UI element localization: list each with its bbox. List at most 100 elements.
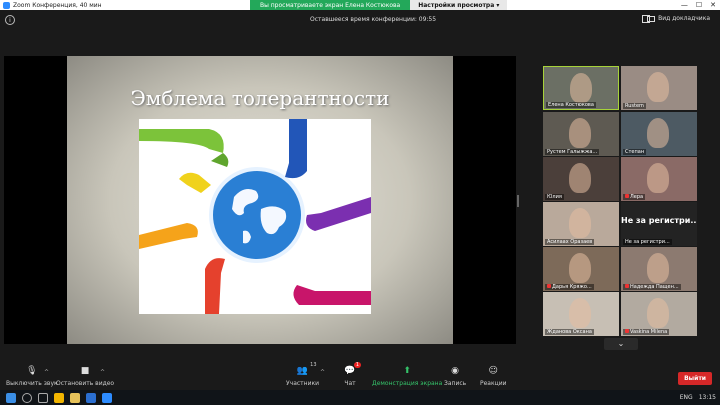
- reactions-label: Реакции: [480, 380, 507, 387]
- mute-label: Выключить звук: [6, 380, 58, 387]
- view-mode-button[interactable]: Вид докладчика: [647, 15, 710, 22]
- participant-video: [570, 73, 592, 103]
- participant-tile[interactable]: Жданова Оксана: [543, 292, 619, 336]
- folder-icon[interactable]: [70, 392, 80, 403]
- participant-name-label: Не за регистри...: [623, 239, 672, 245]
- participants-count: 13: [310, 362, 317, 368]
- share-banner: Вы просматриваете экран Елена Костюкова …: [250, 0, 508, 10]
- zoom-taskbar-icon[interactable]: [102, 392, 112, 403]
- participant-name-label: Рустем Галыжжа...: [545, 149, 600, 155]
- participant-name-label: Rustem: [623, 103, 646, 109]
- maximize-button[interactable]: ☐: [696, 1, 702, 9]
- participant-name: Не за регистри...: [625, 239, 670, 245]
- mute-button[interactable]: 🎙 Выключить звук: [6, 365, 58, 387]
- record-button[interactable]: ◉ Запись: [444, 365, 466, 387]
- record-icon: ◉: [451, 366, 460, 376]
- participant-tile[interactable]: Не за регистри... Не за регистри...: [621, 202, 697, 246]
- participant-tile[interactable]: Лера: [621, 157, 697, 201]
- panel-resize-handle[interactable]: [517, 195, 519, 207]
- camera-icon: ■: [80, 366, 90, 376]
- participant-name-label: Степан: [623, 149, 647, 155]
- slide-title: Эмблема толерантности: [130, 86, 390, 110]
- participant-name-label: Лера: [623, 194, 646, 200]
- participant-name: Рустем Галыжжа...: [547, 149, 598, 155]
- participants-label: Участники: [286, 380, 320, 387]
- task-view-icon[interactable]: [38, 392, 48, 403]
- participant-tile[interactable]: Рустем Галыжжа...: [543, 112, 619, 156]
- participant-video: [569, 118, 591, 148]
- audio-options-caret[interactable]: ^: [44, 369, 49, 376]
- mail-icon[interactable]: [86, 392, 96, 403]
- participant-video: [647, 163, 669, 193]
- participant-video: [569, 163, 591, 193]
- participant-name-label: Надежда Пащен...: [623, 284, 681, 290]
- meeting-toolbar: 🎙 Выключить звук ^ ■ Остановить видео ^ …: [0, 362, 720, 390]
- view-options-button[interactable]: Настройки просмотра ▾: [410, 0, 508, 10]
- participant-tile[interactable]: Елена Костюкова: [543, 66, 619, 110]
- chat-button[interactable]: 💬 1 Чат: [344, 362, 361, 387]
- participant-tile[interactable]: Степан: [621, 112, 697, 156]
- participant-name: Надежда Пащен...: [630, 284, 679, 290]
- share-screen-label: Демонстрация экрана: [372, 380, 443, 387]
- speaker-view-icon: [647, 15, 656, 22]
- participant-tile[interactable]: Дарья Кряжо...: [543, 247, 619, 291]
- participant-name-label: Жданова Оксана: [545, 329, 594, 335]
- meeting-timer: Оставшееся время конференции: 09:55: [310, 16, 437, 23]
- participant-name: Дарья Кряжо...: [552, 284, 592, 290]
- view-mode-label: Вид докладчика: [658, 15, 710, 22]
- participant-tile[interactable]: Асилаах Оразаев: [543, 202, 619, 246]
- participant-video: [569, 208, 591, 238]
- participant-video: [647, 72, 669, 102]
- video-options-caret[interactable]: ^: [100, 369, 105, 376]
- info-icon[interactable]: i: [5, 15, 15, 25]
- chat-badge: 1: [353, 362, 361, 368]
- participant-video: [569, 298, 591, 328]
- participant-tile[interactable]: Надежда Пащен...: [621, 247, 697, 291]
- record-label: Запись: [444, 380, 467, 387]
- participant-name: Степан: [625, 149, 645, 155]
- participant-name: Жданова Оксана: [547, 329, 592, 335]
- participant-video: [647, 253, 669, 283]
- window-controls: — ☐ ✕: [681, 0, 716, 10]
- participant-video: [647, 298, 669, 328]
- participant-video: [647, 118, 669, 148]
- start-menu-icon[interactable]: [6, 392, 16, 403]
- participant-video: [569, 253, 591, 283]
- muted-mic-icon: [625, 194, 629, 198]
- tolerance-emblem-image: [139, 119, 371, 314]
- participant-name-label: Дарья Кряжо...: [545, 284, 594, 290]
- shared-screen: Эмблема толерантности: [4, 56, 516, 344]
- participant-name: Vaskina Milena: [630, 329, 668, 335]
- participant-name-label: Юлия: [545, 194, 564, 200]
- participants-options-caret[interactable]: ^: [320, 369, 325, 376]
- browser-icon[interactable]: [54, 392, 64, 403]
- stop-video-button[interactable]: ■ Остановить видео: [56, 365, 114, 387]
- app-title-group: Zoom Конференция, 40 мин: [0, 1, 102, 9]
- muted-mic-icon: [547, 284, 551, 288]
- share-screen-button[interactable]: ⬆ Демонстрация экрана: [372, 365, 442, 387]
- participant-name-large: Не за регистри...: [621, 216, 697, 225]
- muted-mic-icon: [625, 329, 629, 333]
- participant-tile[interactable]: Vaskina Milena: [621, 292, 697, 336]
- gallery-scroll-down-button[interactable]: ⌄: [604, 338, 638, 350]
- participant-tile[interactable]: Rustem: [621, 66, 697, 110]
- participant-tile[interactable]: Юлия: [543, 157, 619, 201]
- reactions-button[interactable]: ☺ Реакции: [480, 365, 507, 387]
- share-screen-icon: ⬆: [403, 366, 411, 376]
- window-title: Zoom Конференция, 40 мин: [13, 1, 102, 9]
- participant-name: Елена Костюкова: [548, 102, 594, 108]
- presentation-slide: Эмблема толерантности: [67, 56, 453, 344]
- language-indicator[interactable]: ENG: [680, 394, 693, 401]
- participant-name: Юлия: [547, 194, 562, 200]
- leave-meeting-button[interactable]: Выйти: [678, 372, 712, 385]
- microphone-icon: 🎙: [26, 366, 38, 376]
- search-icon[interactable]: [22, 392, 32, 403]
- participants-button[interactable]: 👥 13 Участники: [286, 362, 320, 387]
- system-tray: ENG 13:15: [680, 390, 716, 405]
- participant-name-label: Асилаах Оразаев: [545, 239, 595, 245]
- participant-name: Лера: [630, 194, 644, 200]
- minimize-button[interactable]: —: [681, 1, 688, 9]
- meeting-topbar: i Оставшееся время конференции: 09:55 Ви…: [0, 10, 720, 30]
- clock[interactable]: 13:15: [699, 394, 716, 401]
- close-button[interactable]: ✕: [710, 1, 716, 9]
